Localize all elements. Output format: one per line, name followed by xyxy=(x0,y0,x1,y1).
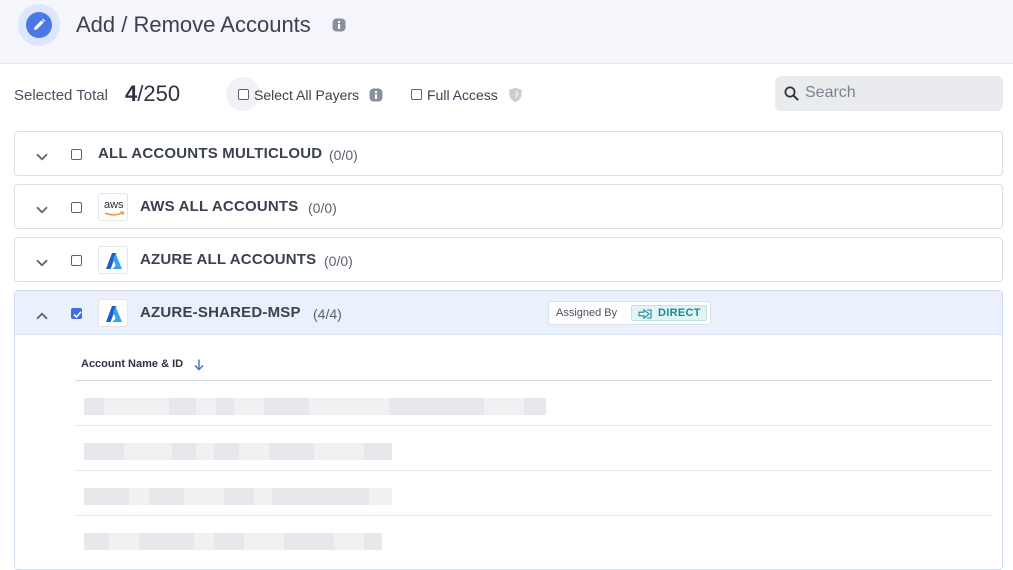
redacted-account-text xyxy=(84,488,392,505)
group-name: AWS ALL ACCOUNTS xyxy=(140,198,299,215)
group-checkbox[interactable] xyxy=(71,255,82,266)
account-group-azure-all: AZURE ALL ACCOUNTS (0/0) xyxy=(14,237,1003,282)
page-header: Add / Remove Accounts xyxy=(0,0,1013,64)
search-icon xyxy=(784,86,799,101)
group-header[interactable]: aws AWS ALL ACCOUNTS (0/0) xyxy=(15,185,1002,229)
selected-total-value: 4/250 xyxy=(125,81,180,107)
group-header[interactable]: ALL ACCOUNTS MULTICLOUD (0/0) xyxy=(15,132,1002,176)
table-row[interactable] xyxy=(75,471,992,516)
azure-logo xyxy=(98,246,128,274)
assigned-type: DIRECT xyxy=(658,307,701,319)
chevron-down-icon[interactable] xyxy=(36,201,48,219)
search-input[interactable] xyxy=(805,82,995,104)
direct-pill: DIRECT xyxy=(631,305,707,321)
checkmark-icon xyxy=(73,311,82,319)
aws-logo: aws xyxy=(98,193,128,221)
group-name: ALL ACCOUNTS MULTICLOUD xyxy=(98,145,323,162)
arrow-login-icon xyxy=(638,309,652,319)
full-access-label[interactable]: Full Access xyxy=(427,87,498,103)
select-all-payers-label[interactable]: Select All Payers xyxy=(254,87,359,103)
chevron-down-icon[interactable] xyxy=(36,254,48,272)
selected-count: 4 xyxy=(125,81,138,106)
info-icon[interactable] xyxy=(332,18,346,37)
sort-arrow-down-icon[interactable] xyxy=(194,358,204,376)
group-count: (0/0) xyxy=(308,200,337,216)
group-name: AZURE-SHARED-MSP xyxy=(140,304,301,321)
group-count: (0/0) xyxy=(329,147,358,163)
group-header[interactable]: AZURE ALL ACCOUNTS (0/0) xyxy=(15,238,1002,282)
column-header-account-name[interactable]: Account Name & ID xyxy=(81,358,183,370)
group-count: (0/0) xyxy=(324,253,353,269)
table-row[interactable] xyxy=(75,426,992,471)
full-access-checkbox[interactable] xyxy=(411,89,422,100)
account-group-all-multicloud: ALL ACCOUNTS MULTICLOUD (0/0) xyxy=(14,131,1003,176)
group-name: AZURE ALL ACCOUNTS xyxy=(140,251,317,268)
selected-total: /250 xyxy=(137,81,181,106)
shield-icon xyxy=(508,87,523,108)
selection-toolbar: Selected Total 4/250 Select All Payers F… xyxy=(0,66,1013,126)
redacted-account-text xyxy=(84,533,382,550)
selected-total-label: Selected Total xyxy=(14,87,108,104)
azure-logo xyxy=(98,299,128,327)
account-group-aws: aws AWS ALL ACCOUNTS (0/0) xyxy=(14,184,1003,229)
table-row[interactable] xyxy=(75,516,992,561)
chevron-down-icon[interactable] xyxy=(36,148,48,166)
account-group-azure-shared-msp: AZURE-SHARED-MSP (4/4) Assigned By DIREC… xyxy=(14,290,1003,570)
edit-badge xyxy=(18,4,60,46)
assigned-by-label: Assigned By xyxy=(556,307,618,319)
search-box[interactable] xyxy=(775,76,1003,111)
page-title: Add / Remove Accounts xyxy=(76,12,311,37)
assigned-by-badge: Assigned By DIRECT xyxy=(548,301,711,325)
chevron-up-icon[interactable] xyxy=(36,307,48,325)
group-checkbox[interactable] xyxy=(71,202,82,213)
redacted-account-text xyxy=(84,398,546,415)
pencil-icon xyxy=(26,12,52,38)
group-checkbox[interactable] xyxy=(71,149,82,160)
group-checkbox[interactable] xyxy=(71,308,82,319)
info-icon[interactable] xyxy=(369,88,383,107)
group-count: (4/4) xyxy=(313,306,342,322)
redacted-account-text xyxy=(84,443,392,460)
select-all-payers-checkbox[interactable] xyxy=(238,89,249,100)
table-row[interactable] xyxy=(75,381,992,426)
group-header[interactable]: AZURE-SHARED-MSP (4/4) Assigned By DIREC… xyxy=(15,291,1002,335)
